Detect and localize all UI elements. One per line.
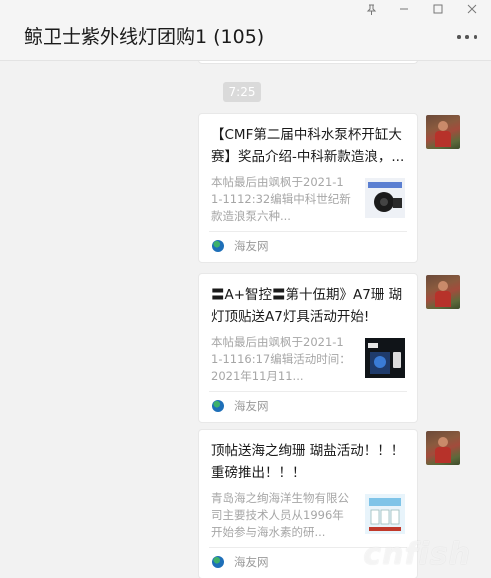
watermark: cnfish <box>363 537 471 572</box>
more-options-button[interactable] <box>457 30 477 44</box>
time-separator: 7:25 <box>223 82 261 102</box>
link-card-description: 本帖最后由飒枫于2021-11-1112:32编辑中科世纪新款造浪泵六种... <box>211 175 351 223</box>
dot-icon <box>473 35 477 39</box>
previous-message-card[interactable] <box>198 61 418 64</box>
pump-product-thumbnail <box>365 178 405 218</box>
pin-icon[interactable] <box>354 0 388 18</box>
link-card-source: 海友网 <box>234 399 269 413</box>
link-card-message[interactable]: 〓A+智控〓第十伍期》A7珊 瑚灯顶贴送A7灯具活动开始! 本帖最后由飒枫于20… <box>198 273 418 423</box>
link-card-title: 顶帖送海之绚珊 瑚盐活动！！！重磅推出！！！ <box>211 443 405 481</box>
source-logo-icon <box>212 240 224 252</box>
coral-salt-thumbnail <box>365 494 405 534</box>
close-icon[interactable] <box>455 0 489 18</box>
dot-icon <box>465 35 469 39</box>
link-card-description: 青岛海之绚海洋生物有限公司主要技术人员从1996年开始参与海水素的研... <box>211 491 349 539</box>
coral-lamp-thumbnail <box>365 338 405 378</box>
chat-header: 鲸卫士紫外线灯团购1 (105) <box>0 0 491 61</box>
maximize-icon[interactable] <box>421 0 455 18</box>
chat-title: 鲸卫士紫外线灯团购1 (105) <box>24 26 265 48</box>
source-logo-icon <box>212 556 224 568</box>
message-list[interactable]: 7:25 【CMF第二届中科水泵杯开缸大赛】奖品介绍-中科新款造浪，... 本帖… <box>0 61 491 578</box>
card-divider <box>209 391 407 392</box>
minimize-icon[interactable] <box>387 0 421 18</box>
link-card-title: 【CMF第二届中科水泵杯开缸大赛】奖品介绍-中科新款造浪，... <box>211 127 405 165</box>
sender-avatar[interactable] <box>426 431 460 465</box>
link-card-source: 海友网 <box>234 239 269 253</box>
source-logo-icon <box>212 400 224 412</box>
link-card-message[interactable]: 【CMF第二届中科水泵杯开缸大赛】奖品介绍-中科新款造浪，... 本帖最后由飒枫… <box>198 113 418 263</box>
link-card-description: 本帖最后由飒枫于2021-11-1116:17编辑活动时间：2021年11月11… <box>211 335 351 383</box>
card-divider <box>209 231 407 232</box>
link-card-title: 〓A+智控〓第十伍期》A7珊 瑚灯顶贴送A7灯具活动开始! <box>211 287 403 325</box>
dot-icon <box>457 35 461 39</box>
link-card-source: 海友网 <box>234 555 269 569</box>
sender-avatar[interactable] <box>426 275 460 309</box>
sender-avatar[interactable] <box>426 115 460 149</box>
